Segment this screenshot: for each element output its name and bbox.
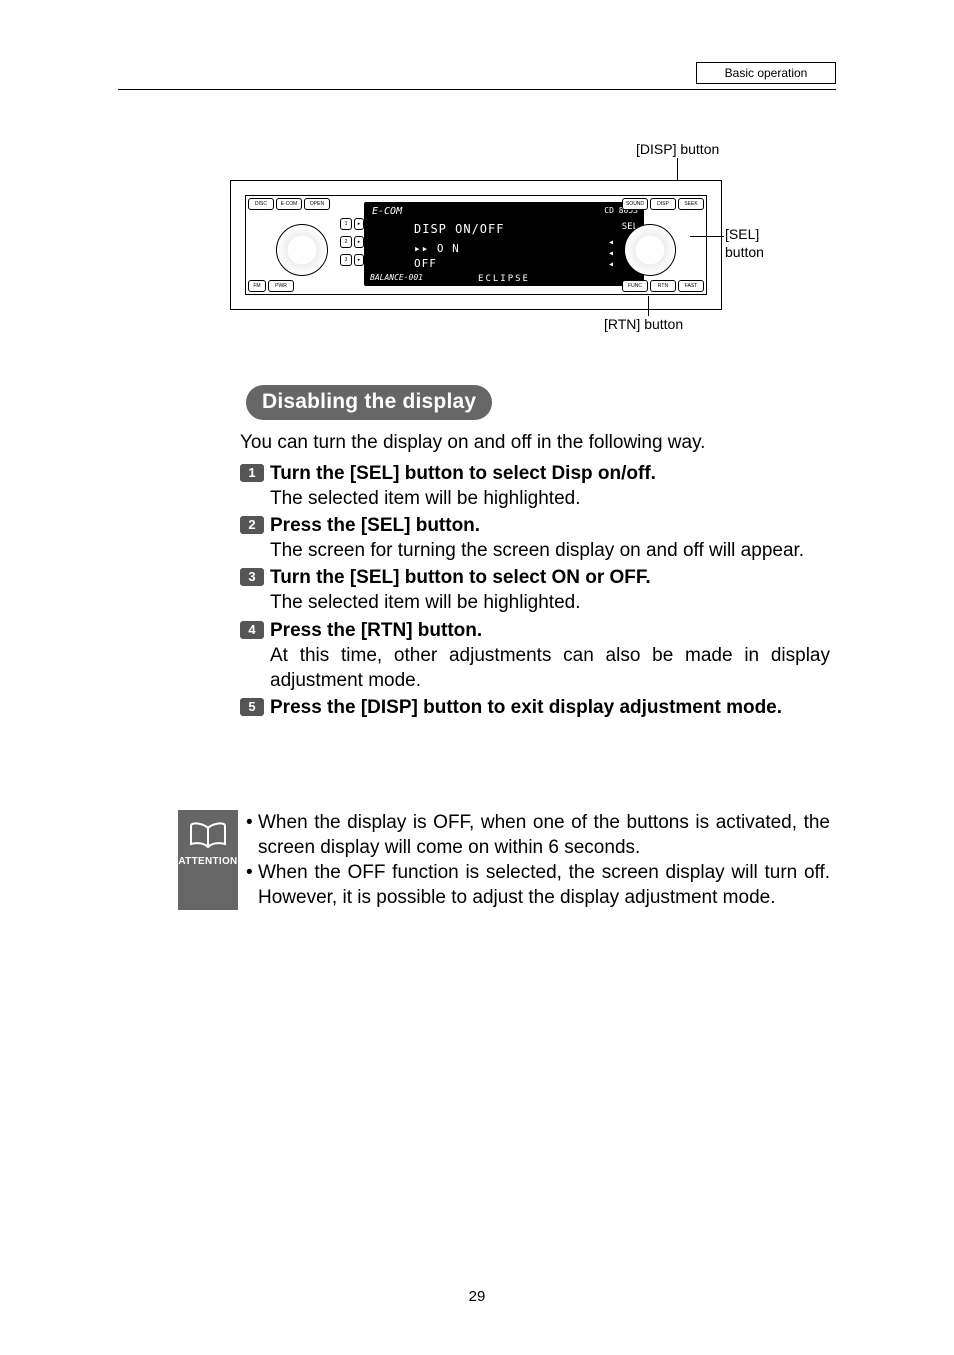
step-3: 3 Turn the [SEL] button to select ON or … <box>240 565 830 615</box>
header-rule <box>118 89 836 90</box>
step-number-icon: 5 <box>240 698 264 716</box>
step-title: Press the [RTN] button. <box>270 618 830 643</box>
open-button[interactable]: OPEN <box>304 198 330 210</box>
step-4: 4 Press the [RTN] button. At this time, … <box>240 618 830 693</box>
lcd-line3: OFF <box>414 257 437 270</box>
step-title: Press the [SEL] button. <box>270 513 830 538</box>
attention-bullet: When the display is OFF, when one of the… <box>246 810 830 860</box>
radio-panel: E-COM CD 8053 DISP ON/OFF ▸▸ O N OFF BAL… <box>245 195 707 295</box>
volume-knob[interactable] <box>276 224 328 276</box>
fast-button[interactable]: FAST <box>678 280 704 292</box>
step-desc: The selected item will be highlighted. <box>270 486 830 511</box>
sel-knob[interactable] <box>624 224 676 276</box>
step-title: Turn the [SEL] button to select Disp on/… <box>270 461 830 486</box>
section-title: Disabling the display <box>246 385 492 420</box>
sel-label-2: button <box>725 244 764 260</box>
step-number-icon: 1 <box>240 464 264 482</box>
func-button[interactable]: FUNC <box>622 280 648 292</box>
lcd-brand: E-COM <box>372 206 402 217</box>
preset-1[interactable]: 1 <box>340 218 352 230</box>
attention-label: ATTENTION <box>178 856 238 867</box>
book-icon <box>188 820 228 852</box>
seek-button[interactable]: SEEK <box>678 198 704 210</box>
step-1: 1 Turn the [SEL] button to select Disp o… <box>240 461 830 511</box>
step-number-icon: 2 <box>240 516 264 534</box>
sound-button[interactable]: SOUND <box>622 198 648 210</box>
sel-label-1: [SEL] <box>725 226 759 242</box>
lcd-line1: DISP ON/OFF <box>414 222 504 236</box>
fm-am-button[interactable]: FM <box>248 280 266 292</box>
ecom-button[interactable]: E·COM <box>276 198 302 210</box>
lcd-eclipse: ECLIPSE <box>364 274 644 284</box>
step-number-icon: 3 <box>240 568 264 586</box>
disp-label: [DISP] button <box>636 141 719 157</box>
preset-2[interactable]: 2 <box>340 236 352 248</box>
page-number: 29 <box>0 1288 954 1305</box>
preset-3[interactable]: 3 <box>340 254 352 266</box>
step-desc: At this time, other adjustments can also… <box>270 643 830 693</box>
breadcrumb-text: Basic operation <box>696 62 836 84</box>
step-title: Turn the [SEL] button to select ON or OF… <box>270 565 830 590</box>
intro-text: You can turn the display on and off in t… <box>240 430 830 455</box>
play-2[interactable]: ▸ <box>354 236 364 248</box>
disp-button[interactable]: DISP <box>650 198 676 210</box>
rtn-button[interactable]: RTN <box>650 280 676 292</box>
rtn-label: [RTN] button <box>604 316 683 332</box>
attention-box: ATTENTION When the display is OFF, when … <box>178 810 830 910</box>
step-number-icon: 4 <box>240 621 264 639</box>
step-desc: The selected item will be highlighted. <box>270 590 830 615</box>
lcd-arrows: ◂◂◂ <box>608 237 614 270</box>
step-desc: The screen for turning the screen displa… <box>270 538 830 563</box>
breadcrumb: Basic operation <box>696 62 836 84</box>
radio-figure: E-COM CD 8053 DISP ON/OFF ▸▸ O N OFF BAL… <box>230 180 722 310</box>
step-5: 5 Press the [DISP] button to exit displa… <box>240 695 830 720</box>
content-block: You can turn the display on and off in t… <box>240 430 830 722</box>
attention-body: When the display is OFF, when one of the… <box>238 810 830 910</box>
step-title: Press the [DISP] button to exit display … <box>270 695 830 720</box>
play-1[interactable]: ▸ <box>354 218 364 230</box>
lcd-screen: E-COM CD 8053 DISP ON/OFF ▸▸ O N OFF BAL… <box>364 202 644 286</box>
attention-sidebar: ATTENTION <box>178 810 238 910</box>
step-2: 2 Press the [SEL] button. The screen for… <box>240 513 830 563</box>
play-3[interactable]: ▸ <box>354 254 364 266</box>
attention-bullet: When the OFF function is selected, the s… <box>246 860 830 910</box>
leader-line <box>677 158 678 180</box>
pwr-button[interactable]: PWR <box>268 280 294 292</box>
disc-button[interactable]: DISC <box>248 198 274 210</box>
lcd-line2: ▸▸ O N <box>414 242 460 255</box>
